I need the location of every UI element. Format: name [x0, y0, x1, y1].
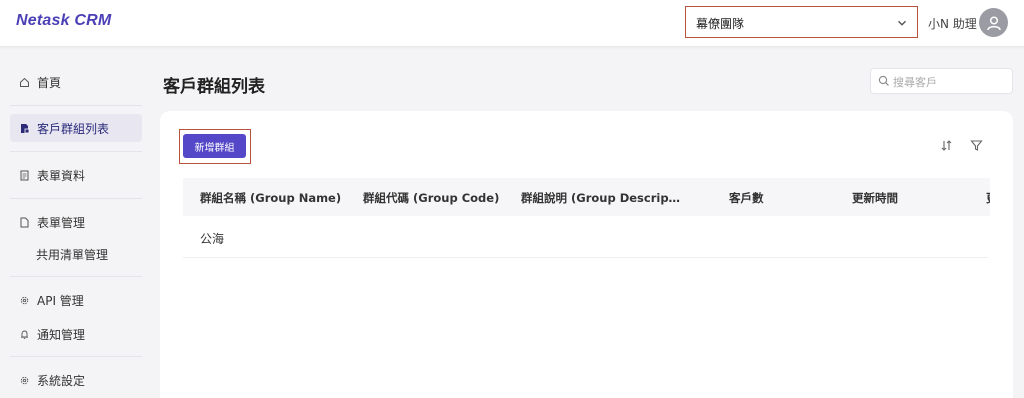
chevron-down-icon — [897, 17, 907, 31]
file-icon — [18, 216, 30, 228]
column-header-group-code[interactable]: 群組代碼 (Group Code) — [363, 190, 499, 206]
top-header: Netask CRM 幕僚團隊 小N 助理 — [0, 0, 1024, 46]
gear-icon — [18, 374, 30, 386]
sidebar-subitem-shared-lists[interactable]: 共用清單管理 — [36, 246, 108, 263]
user-avatar-icon[interactable] — [979, 8, 1008, 37]
sort-icon[interactable] — [940, 139, 953, 155]
sidebar-item-form-management[interactable]: 表單管理 — [10, 208, 142, 236]
sidebar-item-label: 通知管理 — [37, 327, 86, 342]
sidebar-item-customer-groups[interactable]: 客戶群組列表 — [10, 114, 142, 142]
column-header-group-description[interactable]: 群組說明 (Group Descrip… — [521, 190, 680, 206]
sidebar-divider — [10, 276, 142, 277]
sidebar: 首頁 客戶群組列表 表單資料 表單管理 共用清單管理 API 管理 通知管理 系… — [0, 46, 152, 398]
sidebar-divider — [10, 356, 142, 357]
search-icon — [878, 75, 890, 90]
filter-icon[interactable] — [970, 139, 983, 155]
team-select-value: 幕僚團隊 — [696, 17, 745, 31]
cell-group-name: 公海 — [200, 232, 225, 246]
sidebar-item-notifications[interactable]: 通知管理 — [10, 320, 142, 348]
form-icon — [18, 169, 30, 181]
sidebar-item-label: 表單管理 — [37, 215, 86, 230]
sidebar-item-api-management[interactable]: API 管理 — [10, 286, 142, 314]
sidebar-item-system-settings[interactable]: 系統設定 — [10, 366, 142, 394]
column-header-updated-time[interactable]: 更新時間 — [852, 190, 898, 206]
app-logo[interactable]: Netask CRM — [16, 12, 111, 30]
add-group-button[interactable]: 新增群組 — [183, 134, 246, 158]
home-icon — [18, 76, 30, 88]
bell-icon — [18, 328, 30, 340]
team-select[interactable]: 幕僚團隊 — [685, 6, 918, 38]
column-header-group-name[interactable]: 群組名稱 (Group Name) — [200, 190, 341, 206]
sidebar-item-home[interactable]: 首頁 — [10, 68, 142, 96]
sidebar-item-label: 客戶群組列表 — [37, 121, 110, 136]
sidebar-item-form-data[interactable]: 表單資料 — [10, 161, 142, 189]
sidebar-divider — [10, 151, 142, 152]
search-input[interactable] — [893, 73, 1008, 91]
gear-icon — [18, 294, 30, 306]
sidebar-item-label: 首頁 — [37, 75, 62, 90]
table-row[interactable]: 公海 — [183, 217, 988, 258]
sidebar-divider — [10, 105, 142, 106]
page-title: 客戶群組列表 — [163, 77, 265, 97]
sidebar-item-label: 表單資料 — [37, 168, 86, 183]
document-icon — [18, 122, 30, 134]
sidebar-item-label: 系統設定 — [37, 373, 86, 388]
sidebar-divider — [10, 198, 142, 199]
add-group-button-highlight: 新增群組 — [179, 129, 251, 164]
column-header-truncated[interactable]: 更 — [986, 190, 990, 206]
customer-search[interactable] — [870, 68, 1013, 94]
user-name[interactable]: 小N 助理 — [928, 15, 977, 32]
sidebar-item-label: API 管理 — [37, 293, 84, 308]
column-header-customer-count[interactable]: 客戶數 — [729, 190, 764, 206]
table-header: 群組名稱 (Group Name) 群組代碼 (Group Code) 群組說明… — [183, 178, 990, 216]
